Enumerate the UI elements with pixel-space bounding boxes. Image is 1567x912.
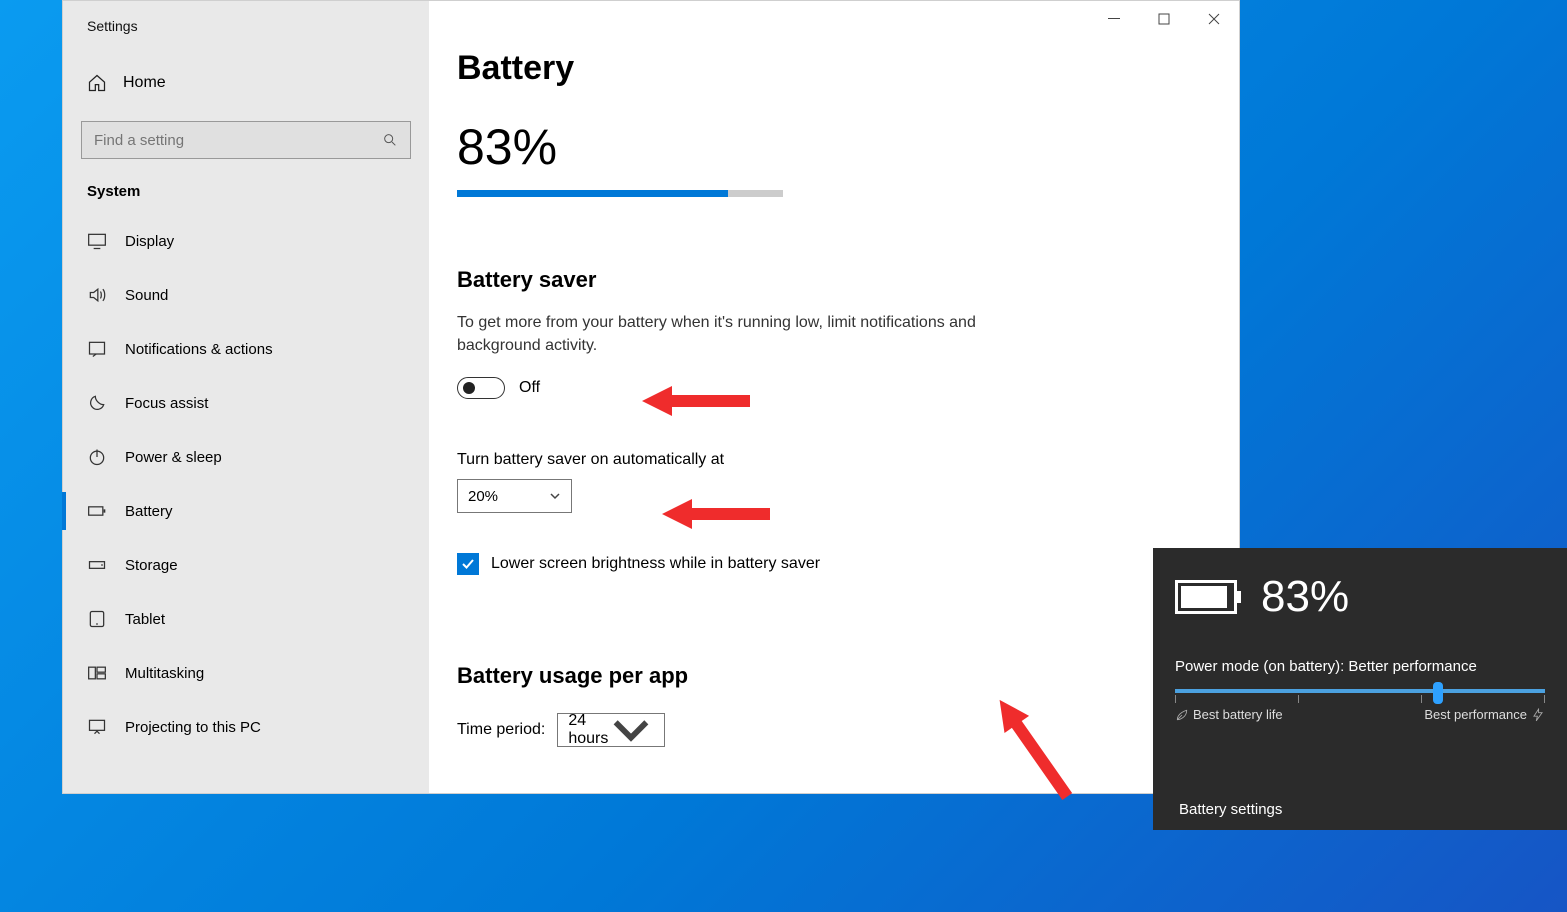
- nav-label: Focus assist: [125, 395, 208, 412]
- search-box[interactable]: [81, 121, 411, 159]
- slider-ticks: [1175, 695, 1545, 703]
- period-label: Time period:: [457, 721, 545, 739]
- main-content: Battery 83% Battery saver To get more fr…: [429, 1, 1239, 793]
- home-nav[interactable]: Home: [63, 61, 429, 105]
- moon-icon: [87, 393, 107, 413]
- battery-flyout: 83% Power mode (on battery): Better perf…: [1153, 548, 1567, 830]
- nav-label: Power & sleep: [125, 449, 222, 466]
- storage-icon: [87, 555, 107, 575]
- usage-heading: Battery usage per app: [457, 663, 1239, 689]
- chevron-down-icon: [608, 707, 654, 753]
- projecting-icon: [87, 717, 107, 737]
- sidebar-item-storage[interactable]: Storage: [63, 538, 429, 592]
- sidebar-item-projecting[interactable]: Projecting to this PC: [63, 700, 429, 754]
- search-icon: [382, 132, 398, 148]
- app-title: Settings: [63, 1, 429, 43]
- sidebar-item-battery[interactable]: Battery: [63, 484, 429, 538]
- chevron-down-icon: [549, 490, 561, 502]
- settings-window: Settings Home System Display Sound: [62, 0, 1240, 794]
- power-mode-slider[interactable]: [1175, 689, 1545, 693]
- sidebar-item-sound[interactable]: Sound: [63, 268, 429, 322]
- nav-label: Sound: [125, 287, 168, 304]
- brightness-check-label: Lower screen brightness while in battery…: [491, 555, 820, 573]
- home-icon: [87, 73, 107, 93]
- battery-icon: [87, 501, 107, 521]
- nav-label: Projecting to this PC: [125, 719, 261, 736]
- multitasking-icon: [87, 663, 107, 683]
- nav-label: Tablet: [125, 611, 165, 628]
- sidebar-item-multitasking[interactable]: Multitasking: [63, 646, 429, 700]
- nav-list: Display Sound Notifications & actions Fo…: [63, 214, 429, 754]
- tablet-icon: [87, 609, 107, 629]
- period-value: 24 hours: [568, 712, 608, 748]
- home-label: Home: [123, 74, 166, 92]
- monitor-icon: [87, 231, 107, 251]
- search-input[interactable]: [94, 132, 382, 149]
- nav-label: Display: [125, 233, 174, 250]
- nav-label: Storage: [125, 557, 178, 574]
- sidebar-item-display[interactable]: Display: [63, 214, 429, 268]
- toggle-state-label: Off: [519, 379, 540, 397]
- close-button[interactable]: [1189, 1, 1239, 37]
- bolt-icon: [1531, 708, 1545, 722]
- toggle-knob: [463, 382, 475, 394]
- nav-label: Multitasking: [125, 665, 204, 682]
- auto-on-label: Turn battery saver on automatically at: [457, 451, 1239, 469]
- battery-progress-fill: [457, 190, 728, 197]
- flyout-percent: 83%: [1261, 572, 1349, 622]
- slider-right-label: Best performance: [1424, 707, 1545, 722]
- sidebar-item-notifications[interactable]: Notifications & actions: [63, 322, 429, 376]
- auto-on-select[interactable]: 20%: [457, 479, 572, 513]
- slider-left-label: Best battery life: [1175, 707, 1283, 722]
- power-icon: [87, 447, 107, 467]
- power-mode-label: Power mode (on battery): Better performa…: [1175, 658, 1545, 675]
- maximize-button[interactable]: [1139, 1, 1189, 37]
- page-title: Battery: [457, 49, 1239, 88]
- battery-saver-heading: Battery saver: [457, 267, 1239, 293]
- battery-settings-link[interactable]: Battery settings: [1179, 801, 1282, 818]
- nav-label: Battery: [125, 503, 173, 520]
- leaf-icon: [1175, 708, 1189, 722]
- period-select[interactable]: 24 hours: [557, 713, 665, 747]
- brightness-checkbox[interactable]: [457, 553, 479, 575]
- nav-label: Notifications & actions: [125, 341, 273, 358]
- battery-percentage: 83%: [457, 118, 1239, 176]
- sidebar-item-focus[interactable]: Focus assist: [63, 376, 429, 430]
- battery-saver-toggle[interactable]: [457, 377, 505, 399]
- flyout-battery-icon: [1175, 580, 1237, 614]
- battery-saver-desc: To get more from your battery when it's …: [457, 311, 977, 357]
- section-label: System: [63, 159, 429, 214]
- titlebar-controls: [1089, 1, 1239, 37]
- battery-progress: [457, 190, 783, 197]
- sidebar: Settings Home System Display Sound: [63, 1, 429, 793]
- select-value: 20%: [468, 488, 498, 505]
- minimize-button[interactable]: [1089, 1, 1139, 37]
- sidebar-item-tablet[interactable]: Tablet: [63, 592, 429, 646]
- slider-handle[interactable]: [1433, 682, 1443, 704]
- sound-icon: [87, 285, 107, 305]
- sidebar-item-power[interactable]: Power & sleep: [63, 430, 429, 484]
- notification-icon: [87, 339, 107, 359]
